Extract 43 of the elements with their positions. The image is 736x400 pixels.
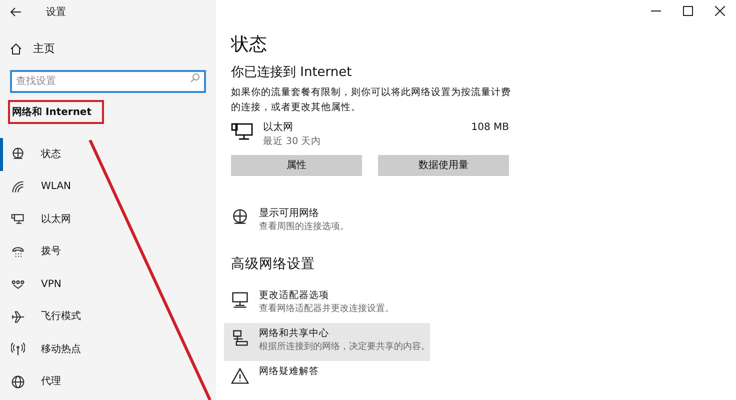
section-heading: 高级网络设置 xyxy=(231,255,316,274)
nav-item[interactable]: WLAN xyxy=(0,170,216,203)
nav-item[interactable]: 拨号 xyxy=(0,236,216,268)
maximize-icon[interactable] xyxy=(683,6,693,16)
network-period: 最近 30 天内 xyxy=(263,134,322,148)
action-button[interactable]: 数据使用量 xyxy=(378,154,509,176)
globe-icon xyxy=(11,147,25,162)
nav-item[interactable]: 以太网 xyxy=(0,203,216,236)
search-field[interactable]: 查找设置 xyxy=(10,70,206,93)
link-subtitle: 查看周围的连接选项。 xyxy=(259,220,349,234)
warning-icon xyxy=(231,366,249,384)
network-name: 以太网 xyxy=(263,120,294,134)
connection-description: 如果你的流量套餐有限制，则你可以将此网络设置为按流量计费的连接，或者更改其他属性。 xyxy=(231,86,512,114)
antenna-icon xyxy=(11,342,25,356)
close-icon[interactable] xyxy=(715,6,725,16)
monitor-icon xyxy=(231,290,249,308)
action-button[interactable]: 属性 xyxy=(231,154,362,176)
search-icon xyxy=(190,73,200,83)
link-title[interactable]: 显示可用网络 xyxy=(259,206,349,221)
globe-icon xyxy=(231,208,249,226)
nav-item[interactable]: 代理 xyxy=(0,366,216,398)
monitor-icon xyxy=(11,212,25,226)
wifi-icon xyxy=(11,180,25,194)
computer-icon xyxy=(231,122,253,142)
globe-icon xyxy=(11,374,25,389)
settings-link[interactable]: 网络疑难解答 xyxy=(224,360,430,398)
back-arrow-icon[interactable] xyxy=(10,6,22,18)
airplane-icon xyxy=(11,310,25,324)
settings-link[interactable]: 网络和共享中心 根据所连接到的网络，决定要共享的内容。 xyxy=(224,322,430,360)
data-usage: 108 MB xyxy=(471,120,509,134)
page-title: 状态 xyxy=(231,33,268,57)
phone-icon xyxy=(11,244,25,259)
nav-item[interactable]: 飞行模式 xyxy=(0,300,216,333)
home-icon xyxy=(10,43,22,55)
nav-item[interactable]: 移动热点 xyxy=(0,333,216,366)
folder-network-icon xyxy=(231,328,249,346)
connection-heading: 你已连接到 Internet xyxy=(231,64,353,82)
nav-item[interactable]: 状态 xyxy=(0,138,216,170)
window-title: 设置 xyxy=(46,6,66,20)
settings-link[interactable]: 更改适配器选项 查看网络适配器并更改连接设置。 xyxy=(224,284,430,322)
section-heading: 网络和 Internet xyxy=(12,106,92,120)
nav-item[interactable]: VPN xyxy=(0,268,216,300)
home-link[interactable]: 主页 xyxy=(33,40,55,58)
